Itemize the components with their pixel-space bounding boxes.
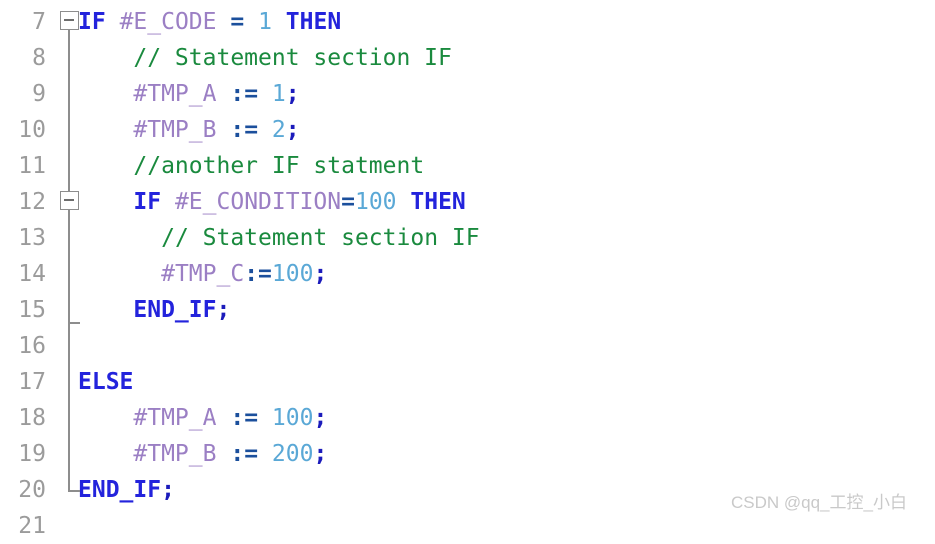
code-line[interactable]: 8 // Statement section IF (0, 40, 935, 76)
token-punct: ; (313, 441, 328, 467)
code-line[interactable]: 17 ELSE (0, 364, 935, 400)
line-number: 20 (18, 477, 46, 503)
code-line[interactable]: 21 (0, 508, 935, 544)
code-line-content[interactable]: #TMP_B := 200; (133, 436, 327, 472)
code-line[interactable]: 7 IF #E_CODE = 1 THEN (0, 4, 935, 40)
line-number: 8 (32, 45, 46, 71)
token-keyword: ELSE (78, 369, 134, 395)
line-number: 10 (18, 117, 46, 143)
line-number: 17 (18, 369, 46, 395)
token-num: 1 (258, 9, 272, 35)
token-keyword: END_IF (133, 297, 217, 323)
token-num: 100 (354, 189, 397, 215)
code-line[interactable]: 10 #TMP_B := 2; (0, 112, 935, 148)
code-line-content[interactable]: #TMP_A := 1; (133, 76, 299, 112)
line-number: 11 (18, 153, 46, 179)
code-line-content[interactable]: #TMP_B := 2; (133, 112, 299, 148)
code-line-content[interactable]: END_IF; (78, 472, 175, 508)
line-number: 7 (32, 9, 46, 35)
code-line-content[interactable]: IF #E_CODE = 1 THEN (78, 4, 341, 40)
code-line[interactable]: 13 // Statement section IF (0, 220, 935, 256)
fold-toggle-icon[interactable] (60, 191, 79, 210)
token-keyword: THEN (285, 9, 342, 35)
token-num: 1 (271, 81, 286, 107)
code-line[interactable]: 19 #TMP_B := 200; (0, 436, 935, 472)
code-line[interactable]: 11 //another IF statment (0, 148, 935, 184)
code-line-content[interactable]: //another IF statment (133, 148, 424, 184)
line-number: 13 (18, 225, 46, 251)
code-editor[interactable]: 7 IF #E_CODE = 1 THEN 8 // Statement sectio… (0, 0, 935, 539)
token-op: := (230, 441, 259, 467)
code-line-content[interactable]: #TMP_C:=100; (161, 256, 327, 292)
token-punct: ; (161, 477, 175, 503)
code-line-content[interactable]: // Statement section IF (133, 40, 452, 76)
code-line[interactable]: 14 #TMP_C:=100; (0, 256, 935, 292)
line-number: 19 (18, 441, 46, 467)
token-op: := (230, 81, 259, 107)
fold-toggle-icon[interactable] (60, 11, 79, 30)
code-line[interactable]: 16 (0, 328, 935, 364)
token-punct: ; (216, 297, 231, 323)
line-number: 15 (18, 297, 46, 323)
token-comment: //another IF statment (133, 153, 425, 179)
token-op: = (230, 9, 245, 35)
token-op: = (341, 189, 355, 215)
line-number: 14 (18, 261, 46, 287)
token-num: 100 (271, 405, 314, 431)
token-var: #TMP_C (161, 261, 245, 287)
token-var: #TMP_B (133, 441, 217, 467)
token-var: #TMP_A (133, 81, 217, 107)
code-line[interactable]: 15 END_IF; (0, 292, 935, 328)
code-line-content[interactable]: #TMP_A := 100; (133, 400, 327, 436)
token-punct: ; (313, 405, 328, 431)
line-number: 18 (18, 405, 46, 431)
code-line[interactable]: 18 #TMP_A := 100; (0, 400, 935, 436)
token-num: 200 (271, 441, 314, 467)
token-punct: ; (313, 261, 328, 287)
line-number: 9 (32, 81, 46, 107)
token-num: 100 (271, 261, 314, 287)
line-number: 16 (18, 333, 46, 359)
token-var: #E_CONDITION (174, 189, 342, 215)
token-var: #TMP_A (133, 405, 217, 431)
code-line-content[interactable]: IF #E_CONDITION=100 THEN (133, 184, 465, 220)
token-op: := (230, 405, 259, 431)
token-comment: // Statement section IF (161, 225, 480, 251)
token-op: := (244, 261, 272, 287)
code-line-content[interactable]: // Statement section IF (161, 220, 480, 256)
token-punct: ; (285, 81, 300, 107)
line-number: 21 (18, 513, 46, 539)
code-line[interactable]: 12 IF #E_CONDITION=100 THEN (0, 184, 935, 220)
token-var: #TMP_B (133, 117, 217, 143)
token-keyword: IF (133, 189, 162, 215)
token-keyword: THEN (410, 189, 466, 215)
token-punct: ; (285, 117, 300, 143)
code-line[interactable]: 9 #TMP_A := 1; (0, 76, 935, 112)
token-op: := (230, 117, 259, 143)
token-num: 2 (271, 117, 286, 143)
code-text-area[interactable]: 7 IF #E_CODE = 1 THEN 8 // Statement sectio… (0, 0, 935, 539)
token-keyword: IF (78, 9, 106, 35)
token-keyword: END_IF (78, 477, 162, 503)
token-comment: // Statement section IF (133, 45, 452, 71)
code-line-content[interactable]: END_IF; (133, 292, 230, 328)
token-var: #E_CODE (119, 9, 217, 35)
line-number: 12 (18, 189, 46, 215)
csdn-watermark: CSDN @qq_工控_小白 (731, 493, 907, 512)
code-line-content[interactable]: ELSE (78, 364, 133, 400)
